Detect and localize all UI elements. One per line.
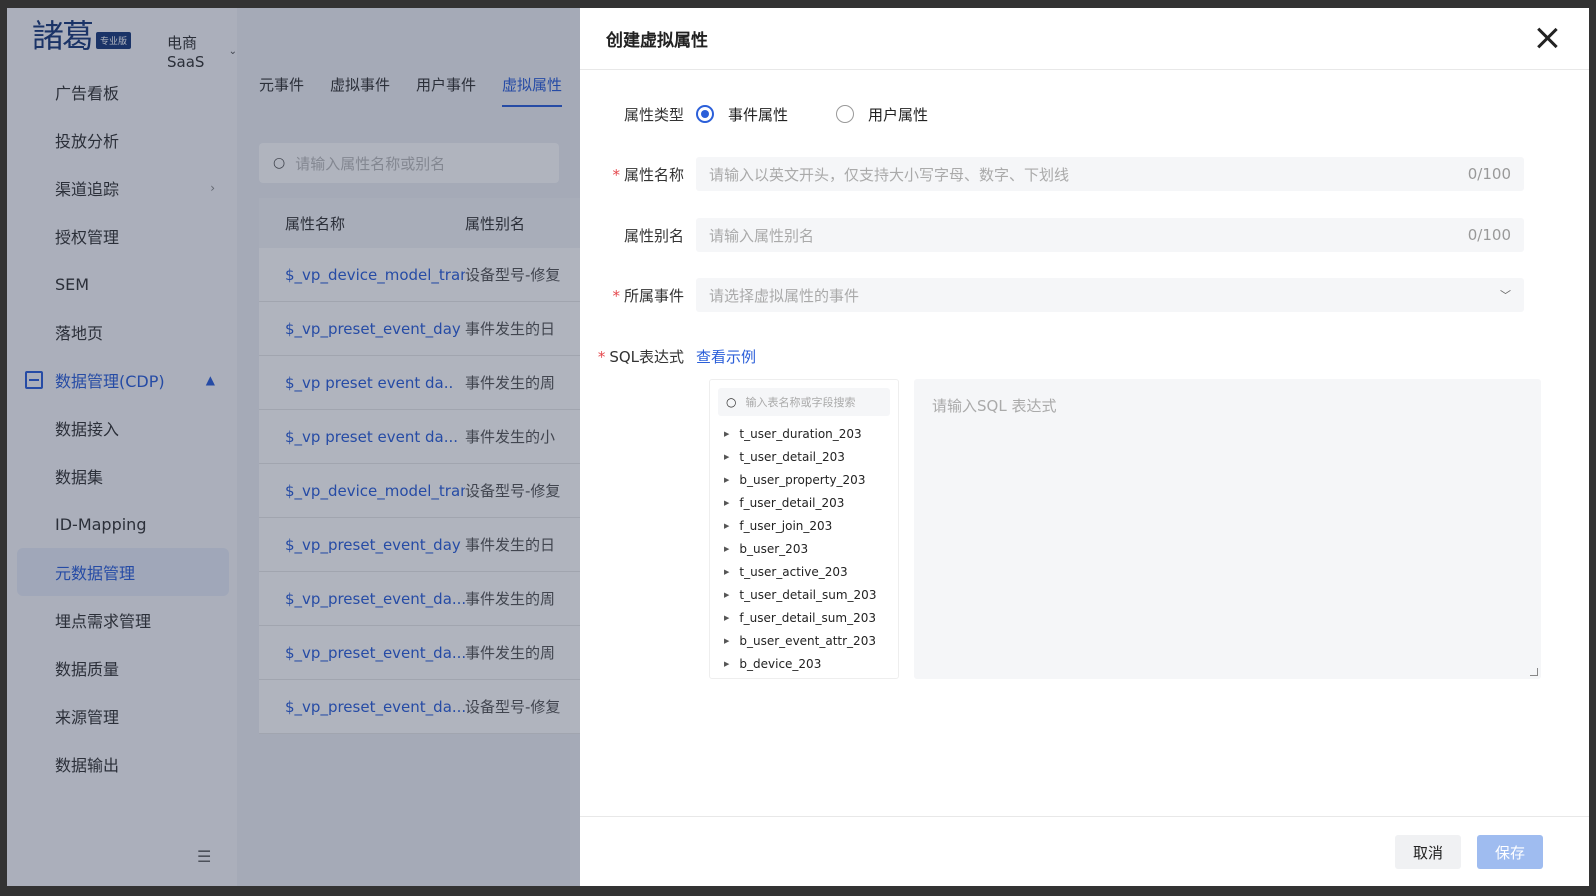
tree-node-label: b_user_property_203	[739, 472, 866, 487]
label-text: 所属事件	[623, 286, 684, 305]
tree-node[interactable]: ▶ t_user_duration_203	[710, 422, 898, 445]
app-frame: 諸葛 专业版 电商SaaS ⌄ 广告看板 投放分析 渠道追踪 › 授权管理 SEM…	[7, 8, 1589, 886]
tree-node[interactable]: ▶ t_user_detail_sum_203	[710, 583, 898, 606]
modal-overlay[interactable]	[7, 8, 580, 886]
attr-alias-input[interactable]: 请输入属性别名 0/100	[696, 218, 1524, 252]
tree-search-placeholder: 输入表名称或字段搜索	[745, 396, 856, 409]
attr-type-label: 属性类型	[623, 105, 684, 124]
view-example-link[interactable]: 查看示例	[696, 346, 756, 367]
cancel-button[interactable]: 取消	[1395, 835, 1461, 869]
label-text: 属性名称	[623, 165, 684, 184]
radio-label: 事件属性	[728, 105, 789, 124]
chevron-down-icon: ﹀	[1500, 289, 1511, 302]
textarea-placeholder: 请输入SQL 表达式	[932, 397, 1057, 415]
tree-node[interactable]: ▶ f_user_join_203	[710, 514, 898, 537]
event-label: * 所属事件	[580, 285, 696, 306]
create-virtual-attribute-drawer: 创建虚拟属性 属性类型 事件属性 用户属性 * 属性名称 请输入以英文开头，仅支持…	[580, 8, 1589, 886]
radio-label: 用户属性	[868, 105, 929, 124]
radio-user-attribute[interactable]: 用户属性	[836, 104, 928, 125]
tree-node-label: f_user_detail_sum_203	[739, 610, 876, 625]
input-placeholder: 请输入以英文开头，仅支持大小写字母、数字、下划线	[709, 165, 1070, 184]
caret-right-icon[interactable]: ▶	[724, 453, 729, 461]
attr-alias-label: 属性别名	[623, 226, 684, 245]
required-mark: *	[612, 165, 620, 184]
caret-right-icon[interactable]: ▶	[724, 614, 729, 622]
tree-node[interactable]: ▶ b_user_event_attr_203	[710, 629, 898, 652]
tree-node-label: b_device_203	[739, 656, 822, 671]
tree-node[interactable]: ▶ b_user_203	[710, 537, 898, 560]
label-text: SQL表达式	[609, 347, 684, 366]
tree-node-label: t_user_duration_203	[739, 426, 862, 441]
caret-right-icon[interactable]: ▶	[724, 637, 729, 645]
radio-event-attribute[interactable]: 事件属性	[696, 104, 788, 125]
attr-alias-row: 属性别名 请输入属性别名 0/100	[580, 218, 1524, 252]
input-placeholder: 请输入属性别名	[709, 226, 815, 245]
tree-node-label: t_user_detail_sum_203	[739, 587, 877, 602]
tree-search-input[interactable]: ○ 输入表名称或字段搜索	[718, 388, 890, 416]
tree-node[interactable]: ▶ f_user_detail_203	[710, 491, 898, 514]
char-count: 0/100	[1467, 226, 1511, 244]
tree-node[interactable]: ▶ t_user_detail_203	[710, 445, 898, 468]
radio-checked-icon	[696, 105, 714, 123]
select-placeholder: 请选择虚拟属性的事件	[709, 286, 860, 305]
caret-right-icon[interactable]: ▶	[724, 660, 729, 668]
attr-type-row: 属性类型 事件属性 用户属性	[580, 101, 976, 127]
table-tree-panel: ○ 输入表名称或字段搜索 ▶ t_user_duration_203 ▶ t_use…	[709, 379, 899, 679]
radio-unchecked-icon	[836, 105, 855, 123]
sql-expression-textarea[interactable]: 请输入SQL 表达式	[914, 379, 1541, 679]
caret-right-icon[interactable]: ▶	[724, 591, 729, 599]
tree-node-label: t_user_active_203	[739, 564, 848, 579]
drawer-title: 创建虚拟属性	[606, 31, 708, 51]
event-row: * 所属事件 请选择虚拟属性的事件 ﹀	[580, 278, 1524, 312]
close-icon[interactable]	[1535, 26, 1559, 50]
sql-row: * SQL表达式 查看示例	[580, 344, 756, 368]
drawer-header: 创建虚拟属性	[580, 8, 1589, 70]
tree-node[interactable]: ▶ b_user_property_203	[710, 468, 898, 491]
caret-right-icon[interactable]: ▶	[724, 476, 729, 484]
search-icon: ○	[726, 395, 737, 409]
required-mark: *	[597, 347, 606, 366]
tree-node-label: t_user_detail_203	[739, 449, 845, 464]
caret-right-icon[interactable]: ▶	[724, 568, 729, 576]
tree-node-label: b_user_event_attr_203	[739, 633, 876, 648]
resize-handle-icon[interactable]	[1530, 668, 1538, 676]
attr-name-label: * 属性名称	[580, 164, 696, 185]
tree-node-label: b_user_203	[739, 541, 809, 556]
caret-right-icon[interactable]: ▶	[724, 499, 729, 507]
tree-node[interactable]: ▶ b_device_203	[710, 652, 898, 675]
save-button[interactable]: 保存	[1477, 835, 1543, 869]
tree-node-label: f_user_join_203	[739, 518, 833, 533]
caret-right-icon[interactable]: ▶	[724, 545, 729, 553]
sql-label: * SQL表达式	[580, 346, 696, 367]
attr-name-input[interactable]: 请输入以英文开头，仅支持大小写字母、数字、下划线 0/100	[696, 157, 1524, 191]
caret-right-icon[interactable]: ▶	[724, 430, 729, 438]
required-mark: *	[612, 286, 620, 305]
tree-node[interactable]: ▶ t_user_active_203	[710, 560, 898, 583]
attr-name-row: * 属性名称 请输入以英文开头，仅支持大小写字母、数字、下划线 0/100	[580, 157, 1524, 191]
tree-node-label: f_user_detail_203	[739, 495, 845, 510]
caret-right-icon[interactable]: ▶	[724, 522, 729, 530]
event-select[interactable]: 请选择虚拟属性的事件 ﹀	[696, 278, 1524, 312]
drawer-footer: 取消 保存	[580, 816, 1589, 886]
tree-node[interactable]: ▶ f_user_detail_sum_203	[710, 606, 898, 629]
char-count: 0/100	[1467, 165, 1511, 183]
